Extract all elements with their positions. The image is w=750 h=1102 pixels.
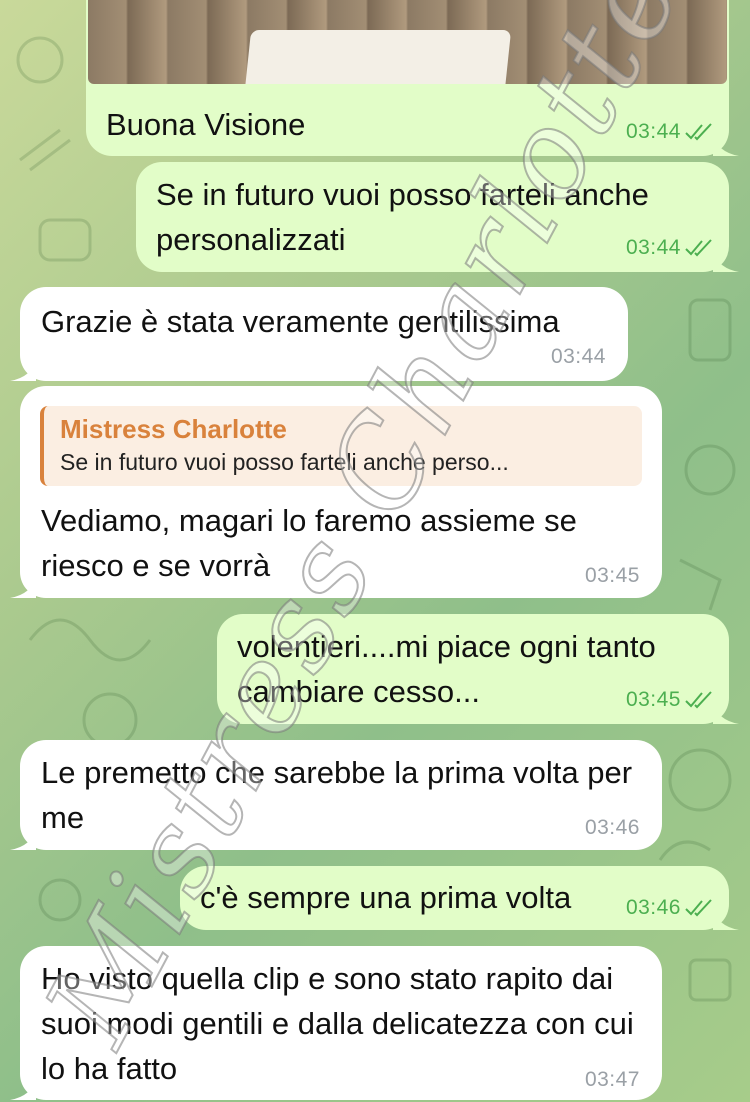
- message-time: 03:46: [626, 896, 715, 920]
- message-text: Vediamo, magari lo faremo assieme se rie…: [41, 503, 577, 583]
- message-bubble-outgoing[interactable]: c'è sempre una prima volta 03:46: [180, 866, 739, 930]
- message-bubble-incoming[interactable]: Grazie è stata veramente gentilissima 03…: [10, 287, 628, 381]
- double-check-icon: [685, 239, 712, 257]
- bubble-tail: [10, 828, 36, 850]
- bubble-tail: [713, 134, 739, 156]
- reply-author: Mistress Charlotte: [60, 414, 287, 444]
- message-text: Grazie è stata veramente gentilissima: [41, 304, 560, 339]
- message-time: 03:44: [626, 120, 715, 144]
- message-text: Buona Visione: [106, 107, 306, 142]
- message-time: 03:44: [626, 236, 715, 260]
- double-check-icon: [685, 899, 712, 917]
- message-text: c'è sempre una prima volta: [200, 880, 572, 915]
- message-text: Le premetto che sarebbe la prima volta p…: [41, 755, 633, 835]
- message-time: 03:47: [584, 1068, 640, 1091]
- bubble-tail: [10, 359, 36, 381]
- bubble-tail: [713, 908, 739, 930]
- reply-text: Se in futuro vuoi posso farteli anche pe…: [60, 449, 509, 475]
- bubble-tail: [713, 702, 739, 724]
- message-time: 03:45: [584, 564, 640, 587]
- double-check-icon: [685, 123, 712, 141]
- message-time: 03:44: [550, 345, 606, 368]
- bubble-tail: [713, 250, 739, 272]
- bubble-tail: [10, 576, 36, 598]
- message-bubble-incoming[interactable]: Ho visto quella clip e sono stato rapito…: [10, 946, 662, 1100]
- message-bubble-incoming[interactable]: Mistress Charlotte Se in futuro vuoi pos…: [10, 386, 662, 598]
- message-text: Ho visto quella clip e sono stato rapito…: [41, 961, 634, 1086]
- message-bubble-outgoing[interactable]: Buona Visione 03:44: [86, 0, 739, 156]
- message-bubble-outgoing[interactable]: volentieri....mi piace ogni tanto cambia…: [217, 614, 739, 724]
- bubble-tail: [10, 1078, 36, 1100]
- photo-content: [244, 30, 512, 84]
- message-bubble-outgoing[interactable]: Se in futuro vuoi posso farteli anche pe…: [136, 162, 739, 272]
- message-time: 03:46: [584, 816, 640, 839]
- message-time: 03:45: [626, 688, 715, 712]
- message-bubble-incoming[interactable]: Le premetto che sarebbe la prima volta p…: [10, 740, 662, 850]
- double-check-icon: [685, 691, 712, 709]
- photo-attachment[interactable]: [88, 0, 727, 84]
- reply-quote[interactable]: Mistress Charlotte Se in futuro vuoi pos…: [40, 406, 642, 486]
